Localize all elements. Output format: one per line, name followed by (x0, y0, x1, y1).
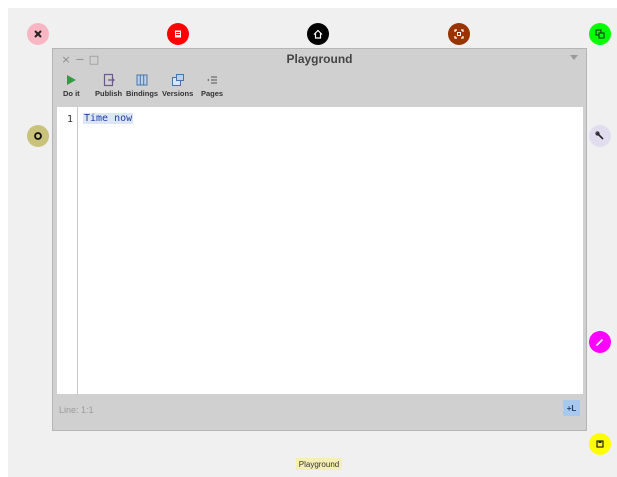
line-numbers-toggle-button[interactable]: +L (563, 400, 580, 416)
halo-recolor-button[interactable] (589, 331, 611, 353)
pages-icon (207, 76, 218, 84)
play-icon (67, 75, 77, 85)
halo-duplicate-button[interactable] (589, 23, 611, 45)
code-line[interactable]: Time now (83, 113, 134, 124)
line-number: 1 (66, 114, 73, 125)
taskbar-playground-item[interactable]: Playground (296, 458, 342, 470)
cursor-position: Line: 1:1 (59, 405, 94, 415)
playground-window[interactable]: × − □ Playground Do it Publish Bindings … (52, 48, 587, 431)
pages-label: Pages (201, 89, 224, 98)
close-icon (34, 30, 42, 38)
versions-button[interactable]: Versions (162, 73, 193, 98)
halo-close-button[interactable] (27, 23, 49, 45)
circle-icon (34, 132, 42, 140)
bindings-label: Bindings (126, 89, 159, 98)
versions-label: Versions (162, 89, 194, 98)
halo-drag-button[interactable] (448, 23, 470, 45)
versions-icon (171, 74, 184, 86)
bindings-button[interactable]: Bindings (126, 73, 158, 98)
halo-grab-button[interactable] (307, 23, 329, 45)
home-icon (313, 29, 323, 39)
do-it-label: Do it (63, 89, 80, 98)
duplicate-icon (595, 29, 605, 39)
title-bar[interactable]: × − □ Playground (53, 49, 586, 71)
bindings-icon (136, 74, 148, 86)
publish-icon (103, 73, 115, 87)
do-it-button[interactable]: Do it (63, 73, 80, 98)
publish-button[interactable]: Publish (95, 73, 122, 98)
expand-icon (454, 29, 464, 39)
line-number-gutter: 1 (57, 107, 78, 394)
pages-button[interactable]: Pages (201, 73, 223, 98)
window-menu-chevron-icon[interactable] (570, 55, 578, 60)
save-icon (596, 440, 604, 448)
menu-icon (175, 30, 181, 38)
publish-label: Publish (95, 89, 123, 98)
code-editor[interactable]: 1 Time now (57, 107, 583, 394)
window-title: Playground (286, 52, 353, 66)
pen-icon (596, 338, 604, 346)
wrench-icon (595, 131, 604, 140)
halo-collapse-button[interactable] (27, 125, 49, 147)
halo-inspect-button[interactable] (589, 125, 611, 147)
halo-menu-button[interactable] (167, 23, 189, 45)
halo-resize-button[interactable] (589, 433, 611, 455)
